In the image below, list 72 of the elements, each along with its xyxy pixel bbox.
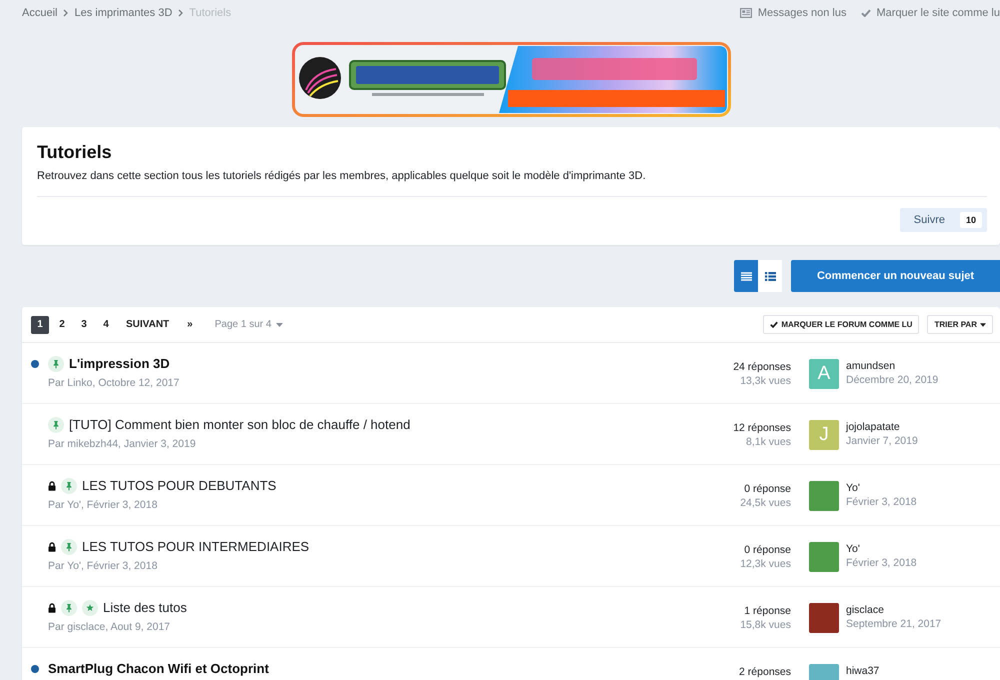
- follower-count: 10: [960, 212, 982, 228]
- check-icon: [770, 321, 778, 328]
- topic-author-date: Par Yo', Février 3, 2018: [48, 498, 158, 512]
- chevron-icon: [63, 9, 68, 17]
- page-link[interactable]: 1: [31, 316, 49, 334]
- last-poster-name[interactable]: Yo': [846, 481, 860, 495]
- reply-count: 2 réponses: [739, 665, 791, 679]
- topic-title-link[interactable]: [TUTO] Comment bien monter son bloc de chauffe / hotend: [69, 417, 410, 433]
- caret-icon: [980, 322, 986, 326]
- topic-row[interactable]: [TUTO] Comment bien monter son bloc de chauffe / hotend Par mikebzh44, Janvier 3, 2019 12 réponses 8,1k vues J jojolapatate Janvier 7, 2019: [22, 404, 1000, 465]
- topic-author-date: Par gisclace, Aout 9, 2017: [48, 620, 171, 634]
- mark-site-read-link[interactable]: Marquer le site comme lu: [860, 7, 1000, 19]
- user-avatar[interactable]: [809, 542, 839, 572]
- chevron-icon: [178, 9, 184, 17]
- last-poster-name[interactable]: amundsen: [846, 359, 896, 373]
- last-post-date: Février 3, 2018: [846, 495, 917, 509]
- next-page-link[interactable]: SUIVANT: [119, 319, 176, 330]
- view-count: 15,8k vues: [740, 618, 791, 632]
- last-poster-name[interactable]: Yo': [846, 542, 860, 556]
- new-topic-button[interactable]: Commencer un nouveau sujet: [791, 260, 1000, 292]
- view-count: 24,5k vues: [740, 496, 791, 510]
- page-link[interactable]: 2: [53, 316, 71, 334]
- mark-forum-read-button[interactable]: MARQUER LE FORUM COMME LU: [763, 315, 920, 334]
- forum-description: Retrouvez dans cette section tous les tutoriels rédigés par les membres, applicables quelque soit le modèle d'imprimante 3D.: [37, 169, 647, 183]
- last-poster-name[interactable]: hiwa37: [846, 664, 880, 678]
- page-link[interactable]: 4: [97, 316, 115, 334]
- topic-row[interactable]: LES TUTOS POUR DEBUTANTS Par Yo', Février 3, 2018 0 réponse 24,5k vues Yo' Février 3, 2018: [22, 465, 1000, 526]
- user-avatar[interactable]: [809, 481, 839, 511]
- view-count: 12,3k vues: [740, 557, 791, 571]
- reply-count: 12 réponses: [733, 421, 791, 435]
- last-page-link[interactable]: »: [180, 319, 200, 330]
- topic-title-link[interactable]: LES TUTOS POUR INTERMEDIAIRES: [82, 539, 310, 555]
- view-count: 8,1k vues: [746, 435, 791, 449]
- topic-row[interactable]: L'impression 3D Par Linko, Octobre 12, 2017 24 réponses 13,3k vues A amundsen Décembre 20, 2019: [22, 343, 1000, 404]
- topic-title-link[interactable]: L'impression 3D: [69, 356, 170, 372]
- topic-row[interactable]: SmartPlug Chacon Wifi et Octoprint 2 réponses hiwa37: [22, 648, 1000, 680]
- user-avatar[interactable]: [809, 603, 839, 633]
- caret-icon: [276, 322, 284, 326]
- sort-dropdown[interactable]: TRIER PAR: [927, 315, 993, 334]
- topic-title-link[interactable]: SmartPlug Chacon Wifi et Octoprint: [48, 661, 269, 677]
- last-post-date: Septembre 21, 2017: [846, 617, 942, 631]
- view-mode-button[interactable]: [734, 260, 758, 292]
- breadcrumb-link[interactable]: Les imprimantes 3D: [74, 7, 172, 19]
- reply-count: 0 réponse: [744, 482, 791, 496]
- breadcrumb-link[interactable]: Accueil: [22, 7, 58, 19]
- follow-label: Suivre: [914, 214, 945, 226]
- newspaper-icon: [740, 8, 752, 18]
- page-link[interactable]: 3: [75, 316, 93, 334]
- bulleted-list-icon: [764, 272, 776, 280]
- last-poster-name[interactable]: jojolapatate: [846, 420, 900, 434]
- follow-button[interactable]: Suivre 10: [900, 208, 987, 232]
- last-post-date: Janvier 7, 2019: [846, 434, 918, 448]
- reply-count: 24 réponses: [733, 360, 791, 374]
- topic-author-date: Par Linko, Octobre 12, 2017: [48, 376, 180, 390]
- last-post-date: Février 3, 2018: [846, 556, 917, 570]
- topic-row[interactable]: Liste des tutos Par gisclace, Aout 9, 2017 1 réponse 15,8k vues gisclace Septembre 21, 2017: [22, 587, 1000, 648]
- topic-author-date: Par mikebzh44, Janvier 3, 2019: [48, 437, 197, 451]
- check-icon: [860, 9, 870, 17]
- view-count: 13,3k vues: [740, 374, 791, 388]
- reply-count: 0 réponse: [744, 543, 791, 557]
- last-poster-name[interactable]: gisclace: [846, 603, 884, 617]
- topic-title-link[interactable]: Liste des tutos: [103, 600, 187, 616]
- ad-banner-drawing[interactable]: [292, 42, 730, 117]
- reply-count: 1 réponse: [744, 604, 791, 618]
- last-post-date: Décembre 20, 2019: [846, 373, 938, 387]
- topic-row[interactable]: LES TUTOS POUR INTERMEDIAIRES Par Yo', Février 3, 2018 0 réponse 12,3k vues Yo' Février 3, 2018: [22, 526, 1000, 587]
- unread-messages-link[interactable]: Messages non lus: [740, 7, 846, 19]
- list-icon: [740, 272, 752, 280]
- view-mode-button[interactable]: [758, 260, 782, 292]
- topic-title-link[interactable]: LES TUTOS POUR DEBUTANTS: [82, 478, 276, 494]
- topic-author-date: Par Yo', Février 3, 2018: [48, 559, 158, 573]
- forum-title: Tutoriels: [37, 141, 113, 163]
